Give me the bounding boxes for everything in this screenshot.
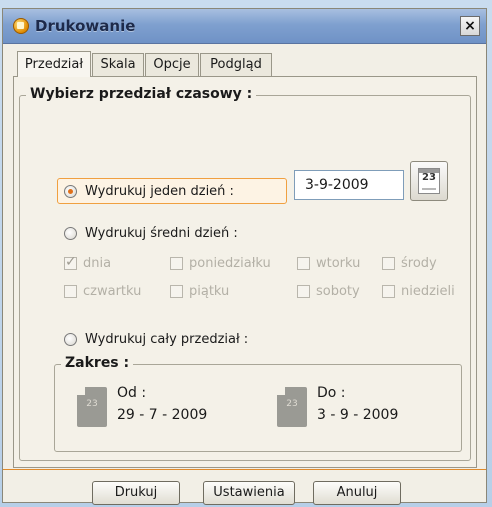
range-from-label: Od : bbox=[117, 385, 147, 401]
checkbox-day[interactable]: dnia bbox=[64, 254, 112, 271]
range-group: Zakres : 23 Od : 29 - 7 - 2009 23 Do : 3… bbox=[54, 355, 462, 452]
checkbox[interactable] bbox=[170, 257, 183, 270]
range-to-value: 3 - 9 - 2009 bbox=[317, 407, 399, 423]
radio-button[interactable] bbox=[64, 227, 77, 240]
checkbox-label: czwartku bbox=[83, 284, 142, 299]
print-dialog: Drukowanie × Przedział Skala Opcje Podgl… bbox=[2, 8, 487, 505]
radio-whole-range[interactable]: Wydrukuj cały przedział : bbox=[64, 332, 248, 347]
checkbox-day[interactable]: czwartku bbox=[64, 284, 141, 299]
checkbox[interactable] bbox=[64, 285, 77, 298]
tab-przedzial[interactable]: Przedział bbox=[17, 51, 91, 77]
title-bar[interactable]: Drukowanie × bbox=[3, 9, 486, 44]
checkbox[interactable] bbox=[64, 254, 77, 270]
window-title: Drukowanie bbox=[35, 17, 136, 35]
checkbox-label: dnia bbox=[83, 256, 112, 271]
checkbox-label: wtorku bbox=[316, 256, 361, 271]
print-button[interactable]: Drukuj bbox=[92, 481, 180, 505]
checkbox[interactable] bbox=[297, 285, 310, 298]
settings-button[interactable]: Ustawienia bbox=[203, 481, 295, 505]
checkbox-day[interactable]: środy bbox=[382, 256, 437, 271]
calendar-from-icon: 23 bbox=[77, 387, 107, 427]
checkbox-label: środy bbox=[401, 256, 437, 271]
tab-podglad[interactable]: Podgląd bbox=[200, 53, 272, 76]
radio-average-day[interactable]: Wydrukuj średni dzień : bbox=[64, 226, 238, 241]
time-range-group: Wybierz przedział czasowy : Wydrukuj jed… bbox=[19, 86, 471, 461]
close-button[interactable]: × bbox=[460, 16, 480, 36]
checkbox-label: niedzieli bbox=[401, 284, 455, 299]
range-to-label: Do : bbox=[317, 385, 346, 401]
radio-single-day-label: Wydrukuj jeden dzień : bbox=[85, 184, 234, 199]
radio-average-day-label: Wydrukuj średni dzień : bbox=[85, 226, 238, 241]
checkbox-day[interactable]: wtorku bbox=[297, 256, 360, 271]
footer-separator bbox=[3, 469, 486, 470]
radio-single-day[interactable]: Wydrukuj jeden dzień : bbox=[64, 184, 234, 199]
checkbox-label: soboty bbox=[316, 284, 360, 299]
checkbox[interactable] bbox=[297, 257, 310, 270]
checkbox-label: poniedziałku bbox=[189, 256, 271, 271]
calendar-to-icon: 23 bbox=[277, 387, 307, 427]
tab-opcje[interactable]: Opcje bbox=[145, 53, 199, 76]
checkbox-day[interactable]: piątku bbox=[170, 284, 229, 299]
range-title: Zakres : bbox=[61, 355, 134, 371]
checkbox[interactable] bbox=[382, 257, 395, 270]
range-from-value: 29 - 7 - 2009 bbox=[117, 407, 208, 423]
calendar-button[interactable]: 23 bbox=[410, 161, 448, 201]
group-title: Wybierz przedział czasowy : bbox=[26, 86, 257, 102]
checkbox[interactable] bbox=[382, 285, 395, 298]
checkbox-day[interactable]: soboty bbox=[297, 284, 360, 299]
radio-button[interactable] bbox=[64, 185, 77, 198]
checkbox[interactable] bbox=[170, 285, 183, 298]
tab-skala[interactable]: Skala bbox=[92, 53, 144, 76]
checkbox-label: piątku bbox=[189, 284, 230, 299]
calendar-icon: 23 bbox=[418, 168, 440, 194]
date-input[interactable]: 3-9-2009 bbox=[294, 170, 404, 200]
tab-panel: Wybierz przedział czasowy : Wydrukuj jed… bbox=[13, 76, 477, 468]
app-icon bbox=[13, 18, 29, 34]
cancel-button[interactable]: Anuluj bbox=[313, 481, 401, 505]
radio-whole-range-label: Wydrukuj cały przedział : bbox=[85, 332, 249, 347]
checkbox-day[interactable]: poniedziałku bbox=[170, 256, 271, 271]
radio-button[interactable] bbox=[64, 333, 77, 346]
checkbox-day[interactable]: niedzieli bbox=[382, 284, 455, 299]
